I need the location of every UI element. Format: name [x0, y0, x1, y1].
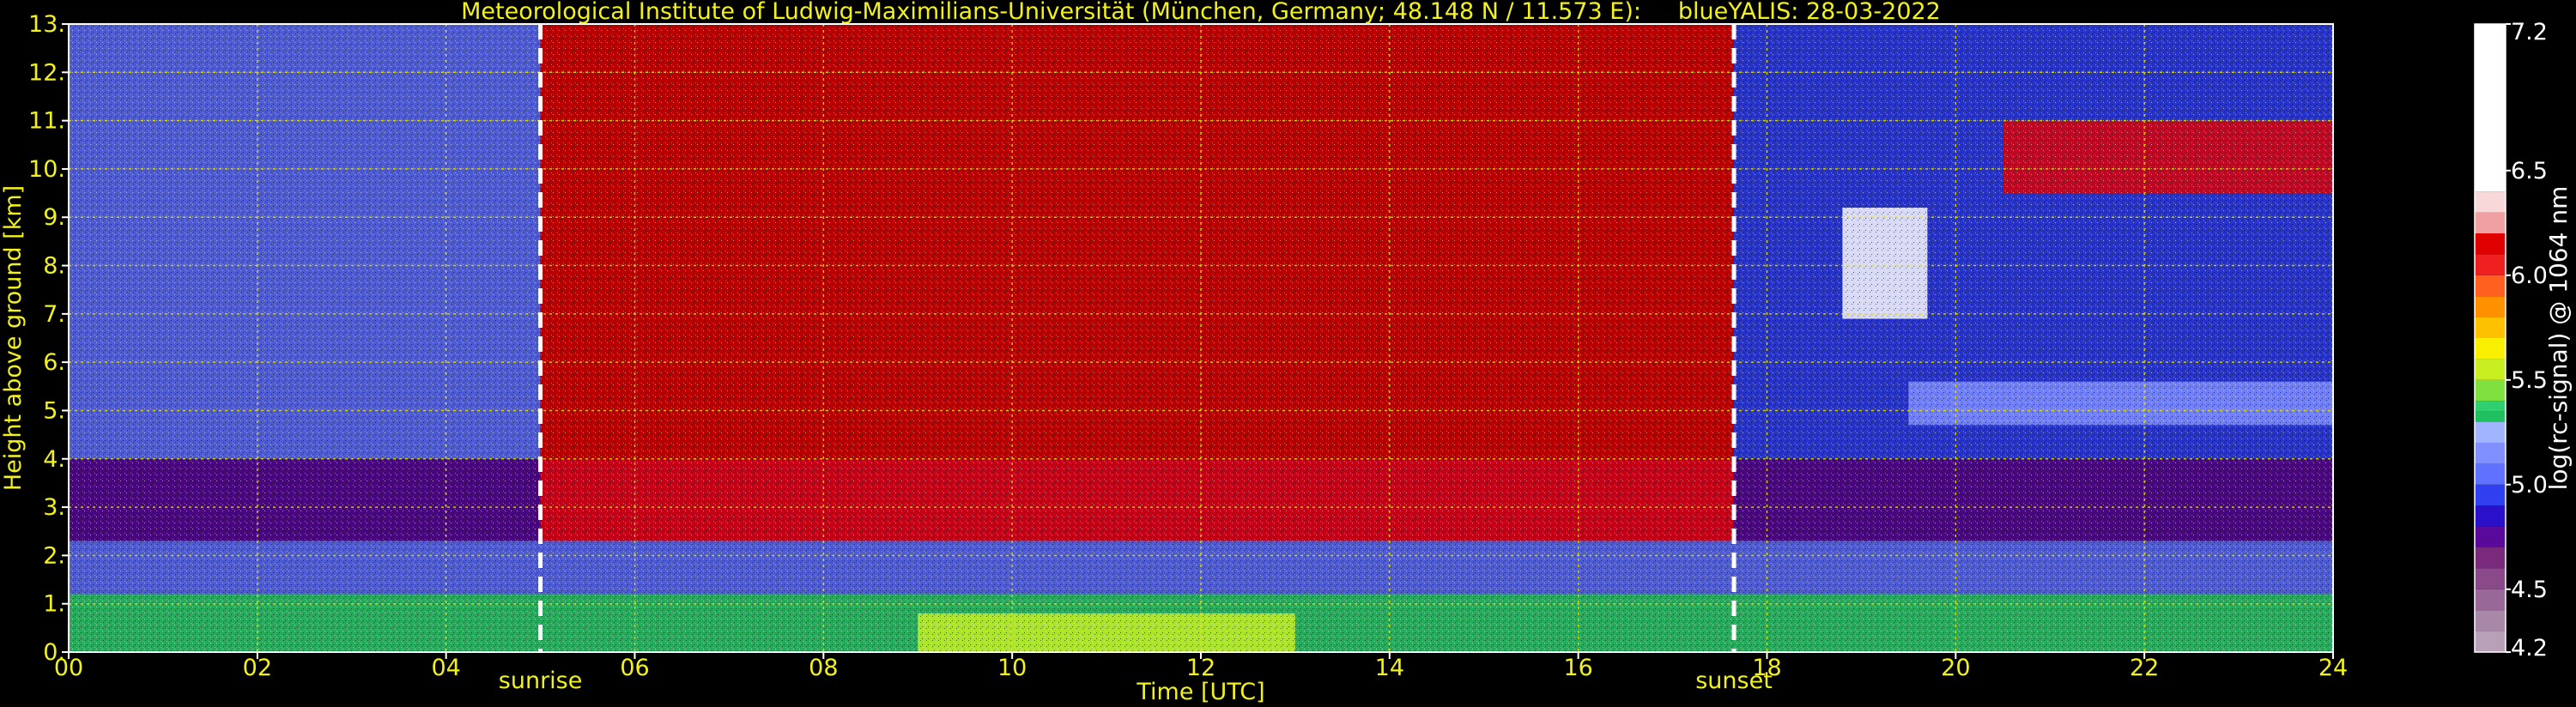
colorbar-label: log(rc-signal) @ 1064 nm — [2544, 186, 2573, 491]
y-axis-label: Height above ground [km] — [0, 185, 27, 491]
colorbar-tick-label-6: 7.2 — [2511, 19, 2548, 45]
colorbar-segment-8 — [2475, 463, 2506, 485]
y-tick-label-13: 13. — [28, 11, 65, 38]
colorbar-segment-5 — [2475, 526, 2506, 547]
colorbar-segment-16 — [2475, 317, 2506, 338]
x-tick-label-4: 08 — [809, 655, 838, 681]
colorbar-segment-12 — [2475, 401, 2506, 412]
y-tick-label-7: 7. — [43, 301, 65, 328]
colorbar-segment-2 — [2475, 589, 2506, 611]
colorbar-tick-label-0: 4.2 — [2511, 635, 2548, 662]
colorbar-segment-15 — [2475, 338, 2506, 360]
colorbar-segment-11 — [2475, 411, 2506, 422]
y-tick-label-0: 0. — [43, 639, 65, 666]
lidar-quicklook-chart: Meteorological Institute of Ludwig-Maxim… — [0, 0, 2573, 705]
y-tick-label-12: 12. — [28, 59, 65, 86]
colorbar-tick-label-2: 5.0 — [2511, 472, 2548, 499]
colorbar-segment-14 — [2475, 359, 2506, 380]
y-tick-label-9: 9. — [43, 204, 65, 231]
colorbar-segment-21 — [2475, 212, 2506, 233]
colorbar-segment-7 — [2475, 484, 2506, 506]
colorbar-segment-6 — [2475, 505, 2506, 527]
y-tick-label-8: 8. — [43, 253, 65, 280]
y-tick-label-2: 2. — [43, 542, 65, 569]
x-tick-label-7: 14 — [1375, 655, 1404, 681]
colorbar-segment-19 — [2475, 254, 2506, 275]
y-tick-label-4: 4. — [43, 446, 65, 473]
y-tick-label-1: 1. — [43, 591, 65, 618]
colorbar-segment-3 — [2475, 568, 2506, 589]
x-axis-ticks: 00 02 04 06 08 10 12 14 16 18 20 22 24 — [54, 652, 2348, 681]
colorbar-tick-label-5: 6.5 — [2511, 158, 2548, 184]
x-tick-label-3: 06 — [620, 655, 649, 681]
colorbar-segment-10 — [2475, 421, 2506, 443]
x-tick-label-5: 10 — [997, 655, 1027, 681]
colorbar-segment-23 — [2475, 24, 2506, 192]
chart-title: Meteorological Institute of Ludwig-Maxim… — [461, 0, 1941, 25]
x-tick-label-1: 02 — [243, 655, 272, 681]
y-tick-label-11: 11. — [28, 108, 65, 135]
x-tick-label-10: 20 — [1941, 655, 1970, 681]
colorbar-segment-13 — [2475, 379, 2506, 402]
colorbar-tick-label-4: 6.0 — [2511, 263, 2548, 289]
colorbar-segment-18 — [2475, 275, 2506, 297]
x-tick-label-12: 24 — [2318, 655, 2348, 681]
sunrise-marker-label: sunrise — [499, 668, 583, 694]
colorbar-segment-22 — [2475, 191, 2506, 213]
y-tick-label-3: 3. — [43, 494, 65, 521]
colorbar-tick-label-3: 5.5 — [2511, 367, 2548, 394]
x-tick-label-11: 22 — [2130, 655, 2159, 681]
x-tick-label-6: 12 — [1186, 655, 1215, 681]
y-tick-label-10: 10. — [28, 156, 65, 183]
colorbar-segment-20 — [2475, 233, 2506, 255]
plot-area — [68, 23, 2334, 653]
y-tick-label-6: 6. — [43, 349, 65, 376]
colorbar-tick-label-1: 4.5 — [2511, 577, 2548, 603]
colorbar: 4.2 4.5 5.0 5.5 6.0 6.5 7.2 log(rc-signal) @ 1… — [2474, 19, 2573, 662]
colorbar-segment-17 — [2475, 296, 2506, 317]
colorbar-segment-1 — [2475, 610, 2506, 631]
sunset-marker-label: sunset — [1695, 668, 1773, 694]
colorbar-segment-4 — [2475, 547, 2506, 569]
x-axis-label: Time [UTC] — [1136, 679, 1264, 705]
x-tick-label-8: 16 — [1563, 655, 1592, 681]
x-tick-label-2: 04 — [431, 655, 460, 681]
colorbar-segment-9 — [2475, 443, 2506, 464]
y-axis-ticks: 0. 1. 2. 3. 4. 5. 6. 7. 8. 9. 10. 11. 12. 13. — [28, 11, 69, 666]
colorbar-segment-0 — [2475, 631, 2506, 652]
y-tick-label-5: 5. — [43, 397, 65, 424]
